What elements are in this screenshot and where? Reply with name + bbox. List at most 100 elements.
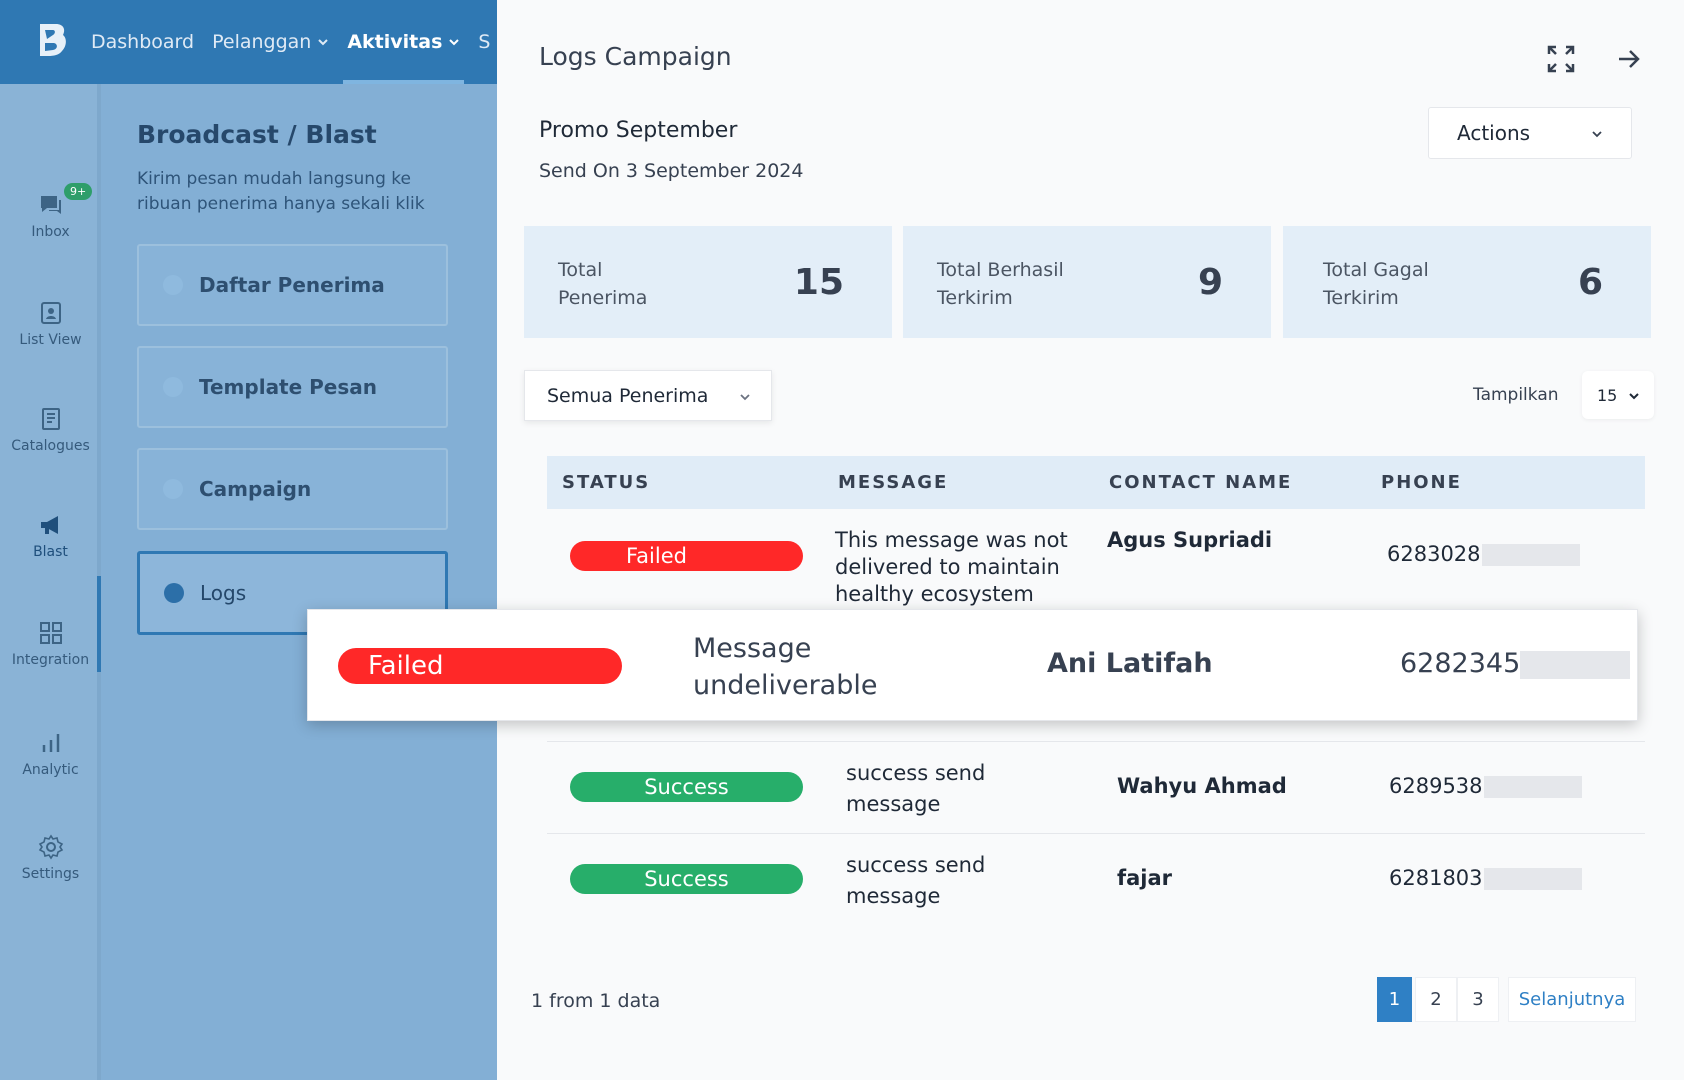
chevron-down-icon [1592, 131, 1602, 138]
header-status: STATUS [562, 472, 651, 493]
chevron-down-icon [1629, 393, 1639, 400]
rail-analytic-label: Analytic [22, 762, 79, 778]
grid-icon [39, 622, 62, 644]
expand-icon[interactable] [1546, 44, 1576, 74]
page-3-button[interactable]: 3 [1457, 977, 1499, 1022]
contact-card-icon [40, 302, 61, 324]
nav-aktivitas-label: Aktivitas [347, 31, 443, 53]
nav-dashboard-label: Dashboard [91, 31, 195, 53]
message-line: success send [846, 761, 986, 785]
data-count: 1 from 1 data [531, 990, 661, 1012]
redaction-mask [1520, 650, 1631, 679]
rail-catalogues[interactable]: Catalogues [0, 406, 101, 454]
message-line: undeliverable [693, 670, 878, 701]
campaign-name: Promo September [539, 118, 738, 143]
rail-inbox[interactable]: 9+ Inbox [0, 183, 101, 240]
side-panel-description: Kirim pesan mudah langsung ke ribuan pen… [137, 169, 425, 214]
drawer-title: Logs Campaign [539, 42, 732, 71]
rail-analytic[interactable]: Analytic [0, 730, 101, 778]
nav-pelanggan-label: Pelanggan [212, 31, 312, 53]
nav-more-label: S [478, 31, 491, 53]
rail-list-view[interactable]: List View [0, 300, 101, 348]
left-rail: 9+ Inbox List View Catalogues Blast Inte… [0, 84, 101, 1080]
contact-name-cell: fajar [1117, 866, 1173, 890]
stat-value: 6 [1577, 262, 1603, 303]
actions-label: Actions [1457, 121, 1531, 145]
rail-list-view-label: List View [19, 332, 82, 348]
main-nav: Dashboard Pelanggan Aktivitas S [91, 0, 497, 84]
message-line: delivered to maintain [835, 555, 1060, 579]
phone-number: 6283028 [1387, 542, 1481, 566]
brand-logo[interactable] [34, 22, 68, 58]
rail-integration-label: Integration [11, 652, 90, 668]
stat-value: 15 [793, 262, 844, 303]
stat-total-gagal: Total Gagal Terkirim 6 [1283, 226, 1651, 338]
nav-aktivitas[interactable]: Aktivitas [343, 0, 465, 84]
menu-daftar-penerima[interactable]: Daftar Penerima [137, 244, 448, 326]
rail-integration[interactable]: Integration [0, 620, 101, 668]
menu-label: Logs [200, 581, 247, 605]
stat-label-line1: Total [558, 259, 603, 281]
menu-label: Daftar Penerima [199, 273, 385, 297]
rail-blast[interactable]: Blast [0, 512, 101, 560]
highlighted-row-callout[interactable]: Failed Message undeliverable Ani Latifah… [307, 609, 1638, 721]
chevron-down-icon [449, 39, 460, 46]
contact-name-cell: Wahyu Ahmad [1117, 774, 1287, 798]
stat-label-line2: Terkirim [937, 287, 1013, 309]
page-1-button[interactable]: 1 [1377, 977, 1412, 1022]
phone-cell: 6282345 [1400, 648, 1631, 679]
filter-value: Semua Penerima [547, 384, 709, 407]
menu-dot [163, 479, 183, 499]
arrow-right-icon[interactable] [1616, 46, 1642, 72]
nav-dashboard[interactable]: Dashboard [91, 0, 194, 84]
chevron-down-icon [740, 394, 750, 401]
inbox-badge: 9+ [64, 183, 93, 200]
contact-name-cell: Ani Latifah [1047, 648, 1213, 679]
gear-icon [38, 834, 63, 860]
message-line: healthy ecosystem [835, 582, 1034, 606]
stat-label: Total Penerima [558, 256, 647, 312]
menu-dot [163, 275, 183, 295]
redaction-mask [1483, 776, 1582, 798]
stat-total-berhasil: Total Berhasil Terkirim 9 [903, 226, 1271, 338]
rail-settings-label: Settings [21, 866, 80, 882]
table-row[interactable]: Failed This message was not delivered to… [547, 509, 1645, 609]
table-row[interactable]: Success success send message Wahyu Ahmad… [547, 742, 1645, 834]
status-badge: Success [570, 864, 803, 894]
status-badge: Failed [338, 648, 622, 684]
nav-more[interactable]: S [478, 0, 490, 84]
logs-drawer: Logs Campaign Promo September Send On 3 … [497, 0, 1684, 1080]
message-cell: success send message [846, 758, 985, 820]
menu-label: Campaign [199, 477, 312, 501]
chat-icon [40, 196, 61, 214]
next-page-button[interactable]: Selanjutnya [1508, 977, 1636, 1022]
message-line: This message was not [835, 528, 1068, 552]
message-line: Message [693, 633, 812, 664]
message-cell: Message undeliverable [693, 630, 877, 704]
message-line: message [846, 792, 941, 816]
recipient-filter-dropdown[interactable]: Semua Penerima [524, 370, 772, 421]
header-message: MESSAGE [838, 472, 949, 493]
stat-label-line1: Total Gagal [1323, 259, 1429, 281]
rail-inbox-label: Inbox [31, 224, 70, 240]
rail-settings[interactable]: Settings [0, 834, 101, 882]
book-icon [41, 408, 60, 430]
page-size-select[interactable]: 15 [1582, 371, 1654, 419]
chevron-down-icon [318, 39, 329, 46]
status-badge: Success [570, 772, 803, 802]
table-row[interactable]: Success success send message fajar 62818… [547, 834, 1645, 926]
menu-label: Template Pesan [199, 375, 378, 399]
stat-value: 9 [1197, 262, 1223, 303]
message-line: success send [846, 853, 986, 877]
redaction-mask [1483, 868, 1582, 890]
actions-dropdown[interactable]: Actions [1428, 107, 1632, 159]
rail-blast-label: Blast [33, 544, 68, 560]
menu-campaign[interactable]: Campaign [137, 448, 448, 530]
menu-dot [164, 583, 184, 603]
stat-total-penerima: Total Penerima 15 [524, 226, 892, 338]
menu-template-pesan[interactable]: Template Pesan [137, 346, 448, 428]
redaction-mask [1481, 544, 1580, 566]
phone-cell: 6283028 [1387, 541, 1580, 568]
nav-pelanggan[interactable]: Pelanggan [212, 0, 329, 84]
page-2-button[interactable]: 2 [1415, 977, 1457, 1022]
